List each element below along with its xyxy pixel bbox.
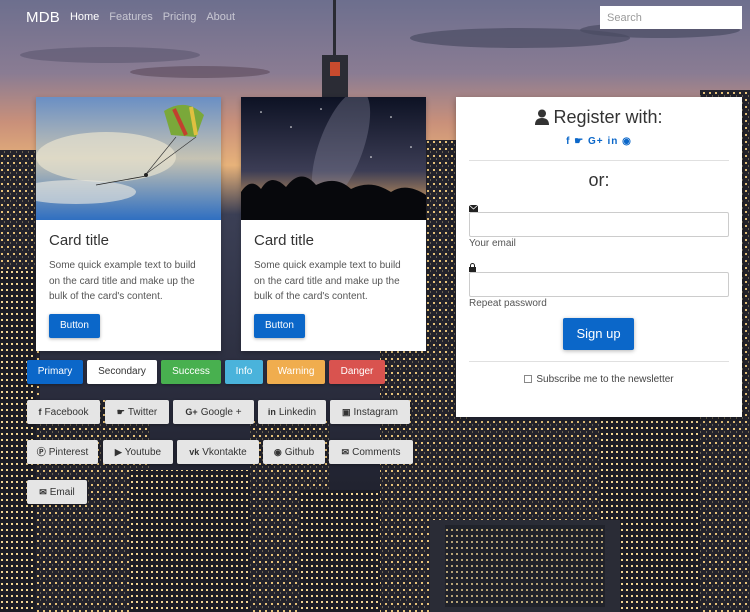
subscribe-label: Subscribe me to the newsletter bbox=[536, 374, 674, 385]
card-text: Some quick example text to build on the … bbox=[49, 260, 196, 302]
twitter-icon: ☛ bbox=[116, 407, 125, 417]
vkontakte-button[interactable]: vk Vkontakte bbox=[177, 440, 259, 464]
subscribe-checkbox[interactable] bbox=[524, 375, 533, 383]
register-title: Register with: bbox=[456, 107, 742, 130]
pinterest-icon: Ⓟ bbox=[36, 447, 46, 457]
register-title-text: Register with: bbox=[553, 107, 663, 127]
google-plus-icon: G+ bbox=[185, 407, 198, 417]
email-label: Your email bbox=[469, 238, 516, 249]
instagram-label: Instagram bbox=[353, 407, 398, 418]
success-button[interactable]: Success bbox=[161, 360, 221, 384]
facebook-label: Facebook bbox=[44, 407, 89, 418]
email-icon: ✉ bbox=[39, 487, 47, 497]
github-icon[interactable]: ◉ bbox=[622, 136, 632, 147]
card-button[interactable]: Button bbox=[49, 313, 100, 338]
nav-link-about[interactable]: About bbox=[206, 11, 235, 23]
divider bbox=[469, 160, 729, 161]
sign-up-button[interactable]: Sign up bbox=[563, 318, 634, 350]
card-1: Card title Some quick example text to bu… bbox=[36, 97, 221, 351]
comments-button[interactable]: ✉ Comments bbox=[329, 440, 413, 464]
twitter-button[interactable]: ☛ Twitter bbox=[105, 400, 169, 424]
facebook-button[interactable]: f Facebook bbox=[27, 400, 100, 424]
card-image-paraglider bbox=[36, 97, 221, 220]
linkedin-icon: in bbox=[267, 407, 276, 417]
pinterest-label: Pinterest bbox=[48, 447, 89, 458]
warning-button[interactable]: Warning bbox=[267, 360, 325, 384]
danger-button[interactable]: Danger bbox=[329, 360, 385, 384]
card-text: Some quick example text to build on the … bbox=[254, 260, 401, 302]
youtube-label: Youtube bbox=[124, 447, 162, 458]
card-title: Card title bbox=[254, 232, 315, 249]
card-button[interactable]: Button bbox=[254, 313, 305, 338]
info-button[interactable]: Info bbox=[225, 360, 263, 384]
email-label: Email bbox=[49, 487, 75, 498]
comments-label: Comments bbox=[352, 447, 401, 458]
navbar: MDB Home Features Pricing About bbox=[0, 0, 750, 34]
github-button[interactable]: ◉ Github bbox=[263, 440, 325, 464]
facebook-icon: f bbox=[38, 407, 42, 417]
linkedin-icon[interactable]: in bbox=[607, 136, 618, 147]
comments-icon: ✉ bbox=[341, 447, 350, 457]
google-plus-label: Google + bbox=[200, 407, 242, 418]
pinterest-button[interactable]: Ⓟ Pinterest bbox=[27, 440, 98, 464]
repeat-password-field[interactable] bbox=[469, 272, 729, 297]
youtube-button[interactable]: ▶ Youtube bbox=[103, 440, 173, 464]
google-plus-button[interactable]: G+ Google + bbox=[173, 400, 254, 424]
register-panel: Register with: f ☛ G+ in ◉ or: Your emai… bbox=[456, 97, 742, 417]
register-social-icons: f ☛ G+ in ◉ bbox=[456, 136, 742, 147]
vkontakte-label: Vkontakte bbox=[202, 447, 247, 458]
twitter-icon[interactable]: ☛ bbox=[574, 136, 584, 147]
instagram-icon: ▣ bbox=[342, 407, 351, 417]
nav-link-pricing[interactable]: Pricing bbox=[163, 11, 197, 23]
github-icon: ◉ bbox=[273, 447, 282, 457]
repeat-password-label: Repeat password bbox=[469, 298, 547, 309]
card-2: Card title Some quick example text to bu… bbox=[241, 97, 426, 351]
search-input[interactable] bbox=[600, 6, 742, 29]
google-plus-icon[interactable]: G+ bbox=[588, 136, 604, 147]
nav-link-home[interactable]: Home bbox=[70, 11, 99, 23]
brand-logo[interactable]: MDB bbox=[26, 9, 60, 26]
card-image-night-sky bbox=[241, 97, 426, 220]
twitter-label: Twitter bbox=[127, 407, 158, 418]
nav-link-features[interactable]: Features bbox=[109, 11, 152, 23]
vkontakte-icon: vk bbox=[189, 447, 200, 457]
card-title: Card title bbox=[49, 232, 110, 249]
youtube-icon: ▶ bbox=[114, 447, 122, 457]
or-text: or: bbox=[588, 170, 610, 190]
secondary-button[interactable]: Secondary bbox=[87, 360, 157, 384]
email-button[interactable]: ✉ Email bbox=[27, 480, 87, 504]
divider bbox=[469, 361, 729, 362]
instagram-button[interactable]: ▣ Instagram bbox=[330, 400, 410, 424]
github-label: Github bbox=[284, 447, 315, 458]
facebook-icon[interactable]: f bbox=[566, 136, 570, 147]
subscribe-row: Subscribe me to the newsletter bbox=[456, 374, 742, 385]
linkedin-label: Linkedin bbox=[278, 407, 317, 418]
linkedin-button[interactable]: in Linkedin bbox=[258, 400, 326, 424]
user-icon bbox=[535, 109, 550, 130]
email-field[interactable] bbox=[469, 212, 729, 237]
primary-button[interactable]: Primary bbox=[27, 360, 83, 384]
